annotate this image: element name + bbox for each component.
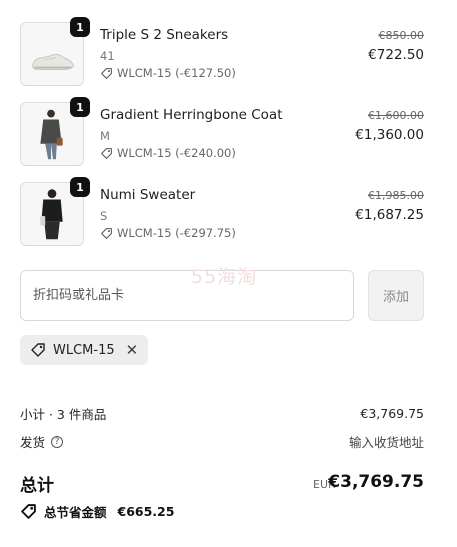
tag-icon: [21, 504, 36, 519]
discount-text: WLCM-15 (-€297.75): [117, 226, 236, 240]
subtotal-value: €3,769.75: [360, 406, 424, 421]
help-icon[interactable]: ?: [51, 435, 64, 448]
discounted-price: €1,360.00: [355, 127, 424, 143]
product-variant: M: [100, 129, 110, 143]
product-title[interactable]: Gradient Herringbone Coat: [100, 107, 282, 123]
total-value: €3,769.75: [328, 472, 424, 492]
original-price: €1,985.00: [368, 189, 424, 202]
discount-text: WLCM-15 (-€127.50): [117, 66, 236, 80]
subtotal-label: 小计 · 3 件商品: [20, 407, 107, 422]
shipping-row: 发货 ? 输入收货地址: [20, 432, 424, 451]
savings-row: 总节省金额 €665.25: [20, 502, 174, 521]
product-variant: 41: [100, 49, 115, 63]
tag-icon: [101, 147, 112, 159]
tag-icon: [101, 67, 112, 79]
discount-line: WLCM-15 (-€240.00): [100, 146, 236, 160]
original-price: €1,600.00: [368, 109, 424, 122]
original-price: €850.00: [378, 29, 425, 42]
product-title[interactable]: Triple S 2 Sneakers: [100, 27, 228, 43]
quantity-badge: 1: [70, 177, 90, 197]
quantity-badge: 1: [70, 17, 90, 37]
savings-label: 总节省金额: [44, 505, 107, 520]
savings-value: €665.25: [117, 504, 175, 519]
discount-code-input[interactable]: [20, 270, 354, 321]
shipping-value: 输入收货地址: [348, 435, 424, 450]
cart-item: 1 Triple S 2 Sneakers 41 WLCM-15 (-€127.…: [20, 17, 430, 90]
product-variant: S: [100, 209, 108, 223]
applied-code-label: WLCM-15: [53, 342, 115, 358]
tag-icon: [31, 343, 45, 357]
discounted-price: €722.50: [368, 47, 424, 63]
subtotal-row: 小计 · 3 件商品 €3,769.75: [20, 404, 424, 423]
product-title[interactable]: Numi Sweater: [100, 187, 195, 203]
cart-item: 1 Numi Sweater S WLCM-15 (-€297.75) €1,9…: [20, 177, 430, 250]
add-code-button[interactable]: 添加: [368, 270, 424, 321]
discount-text: WLCM-15 (-€240.00): [117, 146, 236, 160]
discount-line: WLCM-15 (-€127.50): [100, 66, 236, 80]
discounted-price: €1,687.25: [355, 207, 424, 223]
discount-line: WLCM-15 (-€297.75): [100, 226, 236, 240]
quantity-badge: 1: [70, 97, 90, 117]
total-label: 总计: [20, 476, 54, 496]
cart-item: 1 Gradient Herringbone Coat M WLCM-15 (-…: [20, 97, 430, 170]
watermark: 55海淘: [191, 266, 258, 288]
tag-icon: [101, 227, 112, 239]
shipping-label: 发货: [20, 435, 46, 450]
remove-code-icon[interactable]: ✕: [126, 341, 139, 359]
applied-code-chip: WLCM-15 ✕: [20, 335, 149, 365]
